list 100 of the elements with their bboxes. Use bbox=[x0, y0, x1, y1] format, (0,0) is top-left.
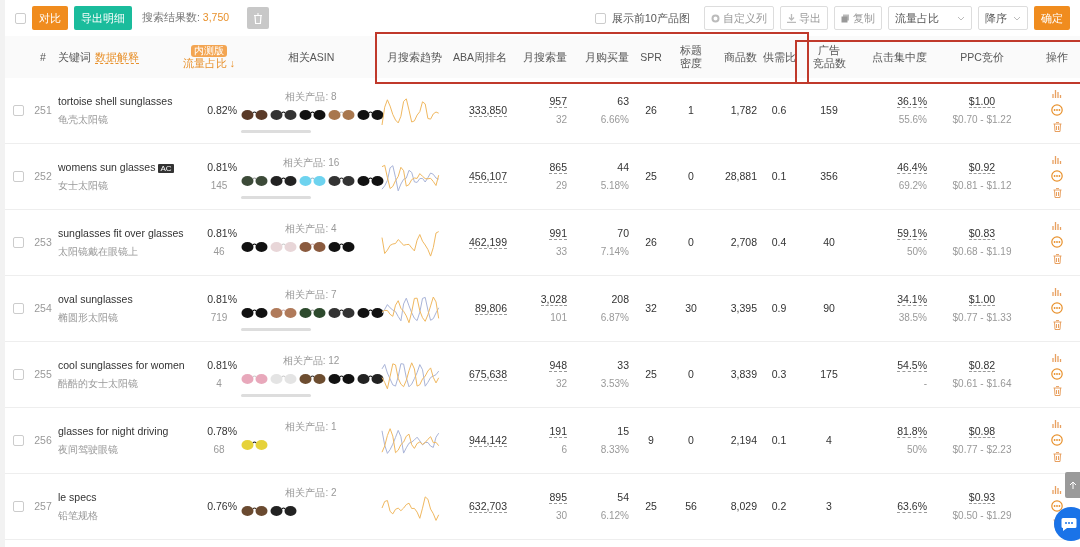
spr-value: 25 bbox=[644, 168, 658, 184]
checkbox[interactable] bbox=[15, 12, 26, 24]
density-value: 0 bbox=[687, 366, 695, 382]
share-value: 0.78% bbox=[206, 423, 237, 439]
click-share: 63.6% bbox=[897, 499, 927, 514]
more-icon[interactable] bbox=[1051, 302, 1063, 314]
checkbox[interactable] bbox=[594, 12, 606, 24]
trend-sparkline bbox=[381, 95, 441, 126]
purchase-count: 208 bbox=[611, 292, 629, 305]
more-icon[interactable] bbox=[1051, 236, 1063, 248]
more-icon[interactable] bbox=[1051, 368, 1063, 380]
scroll-top-button[interactable] bbox=[1065, 472, 1080, 498]
chart-icon[interactable] bbox=[1052, 221, 1062, 230]
confirm-button[interactable]: 确定 bbox=[1034, 5, 1070, 31]
chart-icon[interactable] bbox=[1052, 419, 1062, 428]
density-value: 1 bbox=[687, 102, 695, 118]
ppc-range: $0.61 - $1.64 bbox=[951, 377, 1013, 392]
more-icon[interactable] bbox=[1051, 104, 1063, 116]
purchase-rate: 6.66% bbox=[599, 113, 629, 128]
ratio-value: 0.3 bbox=[770, 366, 788, 382]
sort-header[interactable]: 流量占比 ↓ bbox=[177, 57, 241, 70]
row-number: 257 bbox=[33, 498, 53, 514]
rank-value: 462,199 bbox=[469, 235, 507, 250]
chart-icon[interactable] bbox=[1052, 485, 1062, 494]
ppc-bid: $0.83 bbox=[968, 226, 996, 241]
keyword-text: sunglasses fit over glasses bbox=[58, 226, 184, 239]
column-header: 操作 bbox=[1045, 50, 1069, 64]
translation-text: 椭圆形太阳镜 bbox=[58, 311, 119, 326]
more-icon[interactable] bbox=[1051, 434, 1063, 446]
compare-button[interactable]: 对比 bbox=[32, 5, 68, 31]
checkbox[interactable] bbox=[13, 501, 24, 512]
checkbox[interactable] bbox=[13, 435, 24, 446]
copy-button[interactable]: 复制 bbox=[834, 5, 882, 31]
arrow-up-icon bbox=[1068, 481, 1077, 489]
trend-sparkline bbox=[381, 359, 441, 390]
translation-text: 龟壳太阳镜 bbox=[58, 113, 109, 128]
trash-icon[interactable] bbox=[1052, 452, 1062, 462]
checkbox[interactable] bbox=[13, 303, 24, 314]
share-count: 68 bbox=[212, 443, 226, 458]
export-detail-button[interactable]: 导出明细 bbox=[74, 5, 132, 31]
export-button[interactable]: 导出 bbox=[780, 5, 828, 31]
scrollbar[interactable] bbox=[241, 327, 311, 331]
checkbox[interactable] bbox=[13, 237, 24, 248]
chat-button[interactable] bbox=[1054, 507, 1080, 541]
trend-sparkline bbox=[381, 425, 441, 456]
product-count: 3,839 bbox=[729, 366, 757, 382]
rank-value: 675,638 bbox=[469, 367, 507, 382]
copy-icon bbox=[841, 13, 850, 23]
caret-icon bbox=[1013, 15, 1021, 21]
search-sub-value: 101 bbox=[549, 311, 567, 326]
scrollbar[interactable] bbox=[241, 195, 311, 199]
column-header: 月搜索趋势 bbox=[385, 50, 443, 64]
spr-value: 26 bbox=[644, 102, 658, 118]
scrollbar[interactable] bbox=[241, 393, 311, 397]
ppc-bid: $0.92 bbox=[968, 160, 996, 175]
purchase-rate: 6.87% bbox=[599, 311, 629, 326]
checkbox[interactable] bbox=[13, 171, 24, 182]
link[interactable]: 数据解释 bbox=[95, 50, 139, 64]
download-icon bbox=[787, 13, 796, 23]
ppc-bid: $0.93 bbox=[968, 490, 996, 505]
search-volume: 991 bbox=[549, 226, 567, 241]
custom-columns-button[interactable]: 自定义列 bbox=[704, 5, 774, 31]
trash-icon[interactable] bbox=[1052, 386, 1062, 396]
search-volume: 865 bbox=[549, 160, 567, 175]
click-share-sub: 50% bbox=[906, 443, 927, 458]
trash-icon bbox=[253, 12, 264, 24]
trash-icon[interactable] bbox=[1052, 122, 1062, 132]
scrollbar[interactable] bbox=[241, 129, 311, 133]
chart-icon[interactable] bbox=[1052, 89, 1062, 98]
rank-value: 333,850 bbox=[469, 103, 507, 118]
related-products-label: 相关产品: 4 bbox=[284, 221, 338, 236]
checkbox[interactable] bbox=[13, 105, 24, 116]
purchase-rate: 5.18% bbox=[599, 179, 629, 194]
result-count: 搜索结果数: 3,750 bbox=[142, 10, 230, 26]
spr-value: 32 bbox=[644, 300, 658, 316]
keyword-text: womens sun glasses bbox=[58, 160, 156, 173]
more-icon[interactable] bbox=[1051, 170, 1063, 182]
more-icon[interactable] bbox=[1051, 500, 1063, 512]
purchase-count: 54 bbox=[617, 490, 629, 503]
sort-order-select[interactable]: 降序 bbox=[978, 5, 1028, 31]
chart-icon[interactable] bbox=[1052, 353, 1062, 362]
chart-icon[interactable] bbox=[1052, 155, 1062, 164]
ratio-value: 0.9 bbox=[770, 300, 788, 316]
column-header: 点击集中度 bbox=[871, 50, 927, 64]
ratio-value: 0.1 bbox=[770, 432, 788, 448]
click-share: 54.5% bbox=[897, 358, 927, 373]
trash-icon[interactable] bbox=[1052, 188, 1062, 198]
translation-text: 夜间驾驶眼镜 bbox=[58, 443, 119, 458]
spr-value: 25 bbox=[644, 498, 658, 514]
purchase-count: 44 bbox=[617, 160, 629, 173]
sort-field-select[interactable]: 流量占比 bbox=[888, 5, 972, 31]
chart-icon[interactable] bbox=[1052, 287, 1062, 296]
checkbox[interactable] bbox=[13, 369, 24, 380]
share-value: 0.82% bbox=[206, 102, 237, 118]
trash-icon[interactable] bbox=[1052, 320, 1062, 330]
delete-button[interactable] bbox=[247, 7, 270, 29]
trash-icon[interactable] bbox=[1052, 254, 1062, 264]
product-count: 28,881 bbox=[723, 168, 757, 184]
click-share: 34.1% bbox=[897, 292, 927, 307]
keyword-text: tortoise shell sunglasses bbox=[58, 94, 173, 107]
